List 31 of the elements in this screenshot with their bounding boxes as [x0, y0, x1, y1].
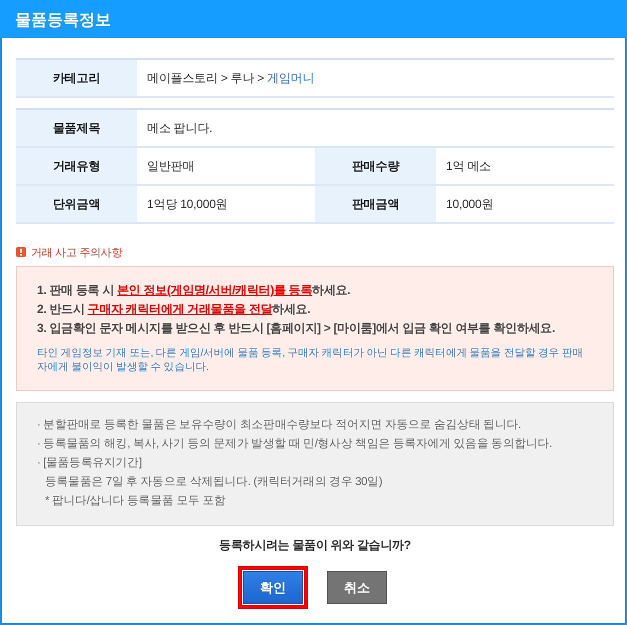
field-label: 판매수량 — [315, 147, 436, 185]
notice-item: · 등록물품의 해킹, 복사, 사기 등의 문제가 발생할 때 민/형사상 책임은 등록자에게 있음을 동의합니다. — [37, 437, 553, 452]
caution-note: 타인 게임정보 기재 또는, 다른 게임/서버에 물품 등록, 구매자 캐릭터가 아닌 다른 캐릭터에게 물품을 전달할 경우 판매자에게 불이익이 발생할 수 있습니다. — [37, 346, 584, 374]
field-label: 카테고리 — [16, 59, 137, 97]
breadcrumb-item[interactable]: 메이플스토리 — [147, 70, 218, 84]
confirm-button[interactable]: 확인 — [243, 571, 303, 604]
breadcrumb-separator: > — [220, 70, 228, 84]
field-label: 물품제목 — [16, 109, 137, 147]
field-label: 거래유형 — [16, 147, 137, 185]
field-value: 10,000원 — [436, 185, 614, 223]
confirm-question: 등록하시려는 물품이 위와 같습니까? — [218, 537, 412, 554]
warning-icon — [16, 247, 26, 257]
caution-title: 거래 사고 주의사항 — [31, 246, 122, 260]
notice-item: · 분할판매로 등록한 물품은 보유수량이 최소판매수량보다 적어지면 자동으로 숨김상태 됩니다. — [37, 418, 522, 433]
breadcrumb-item[interactable]: 루나 — [230, 70, 254, 84]
field-label: 판매금액 — [315, 185, 436, 223]
breadcrumb-item[interactable]: 게임머니 — [267, 70, 314, 84]
field-value: 일반판매 — [137, 147, 315, 185]
field-value: 1억당 10,000원 — [137, 185, 315, 223]
notice-item: 등록물품은 7일 후 자동으로 삭제됩니다. (캐릭터거래의 경우 30일) — [45, 475, 384, 490]
caution-item: 2. 반드시 구매자 캐릭터에게 거래물품을 전달하세요. — [37, 301, 312, 318]
notice-item: * 팝니다/삽니다 등록물품 모두 포함 — [45, 494, 226, 509]
field-label: 단위금액 — [16, 185, 137, 223]
notice-item: · [물품등록유지기간] — [37, 456, 143, 471]
window-title: 물품등록정보 — [15, 10, 111, 30]
caution-item: 3. 입금확인 문자 메시지를 받으신 후 반드시 [홈페이지] > [마이룸]에서 입금 확인 여부를 확인하세요. — [37, 320, 556, 337]
field-value: 1억 메소 — [436, 147, 614, 185]
breadcrumb-separator: > — [257, 70, 264, 84]
caution-item: 1. 판매 등록 시 본인 정보(게임명/서버/캐릭터)를 등록하세요. — [37, 282, 352, 299]
field-value: 메소 팝니다. — [137, 109, 614, 147]
cancel-button[interactable]: 취소 — [327, 571, 387, 604]
